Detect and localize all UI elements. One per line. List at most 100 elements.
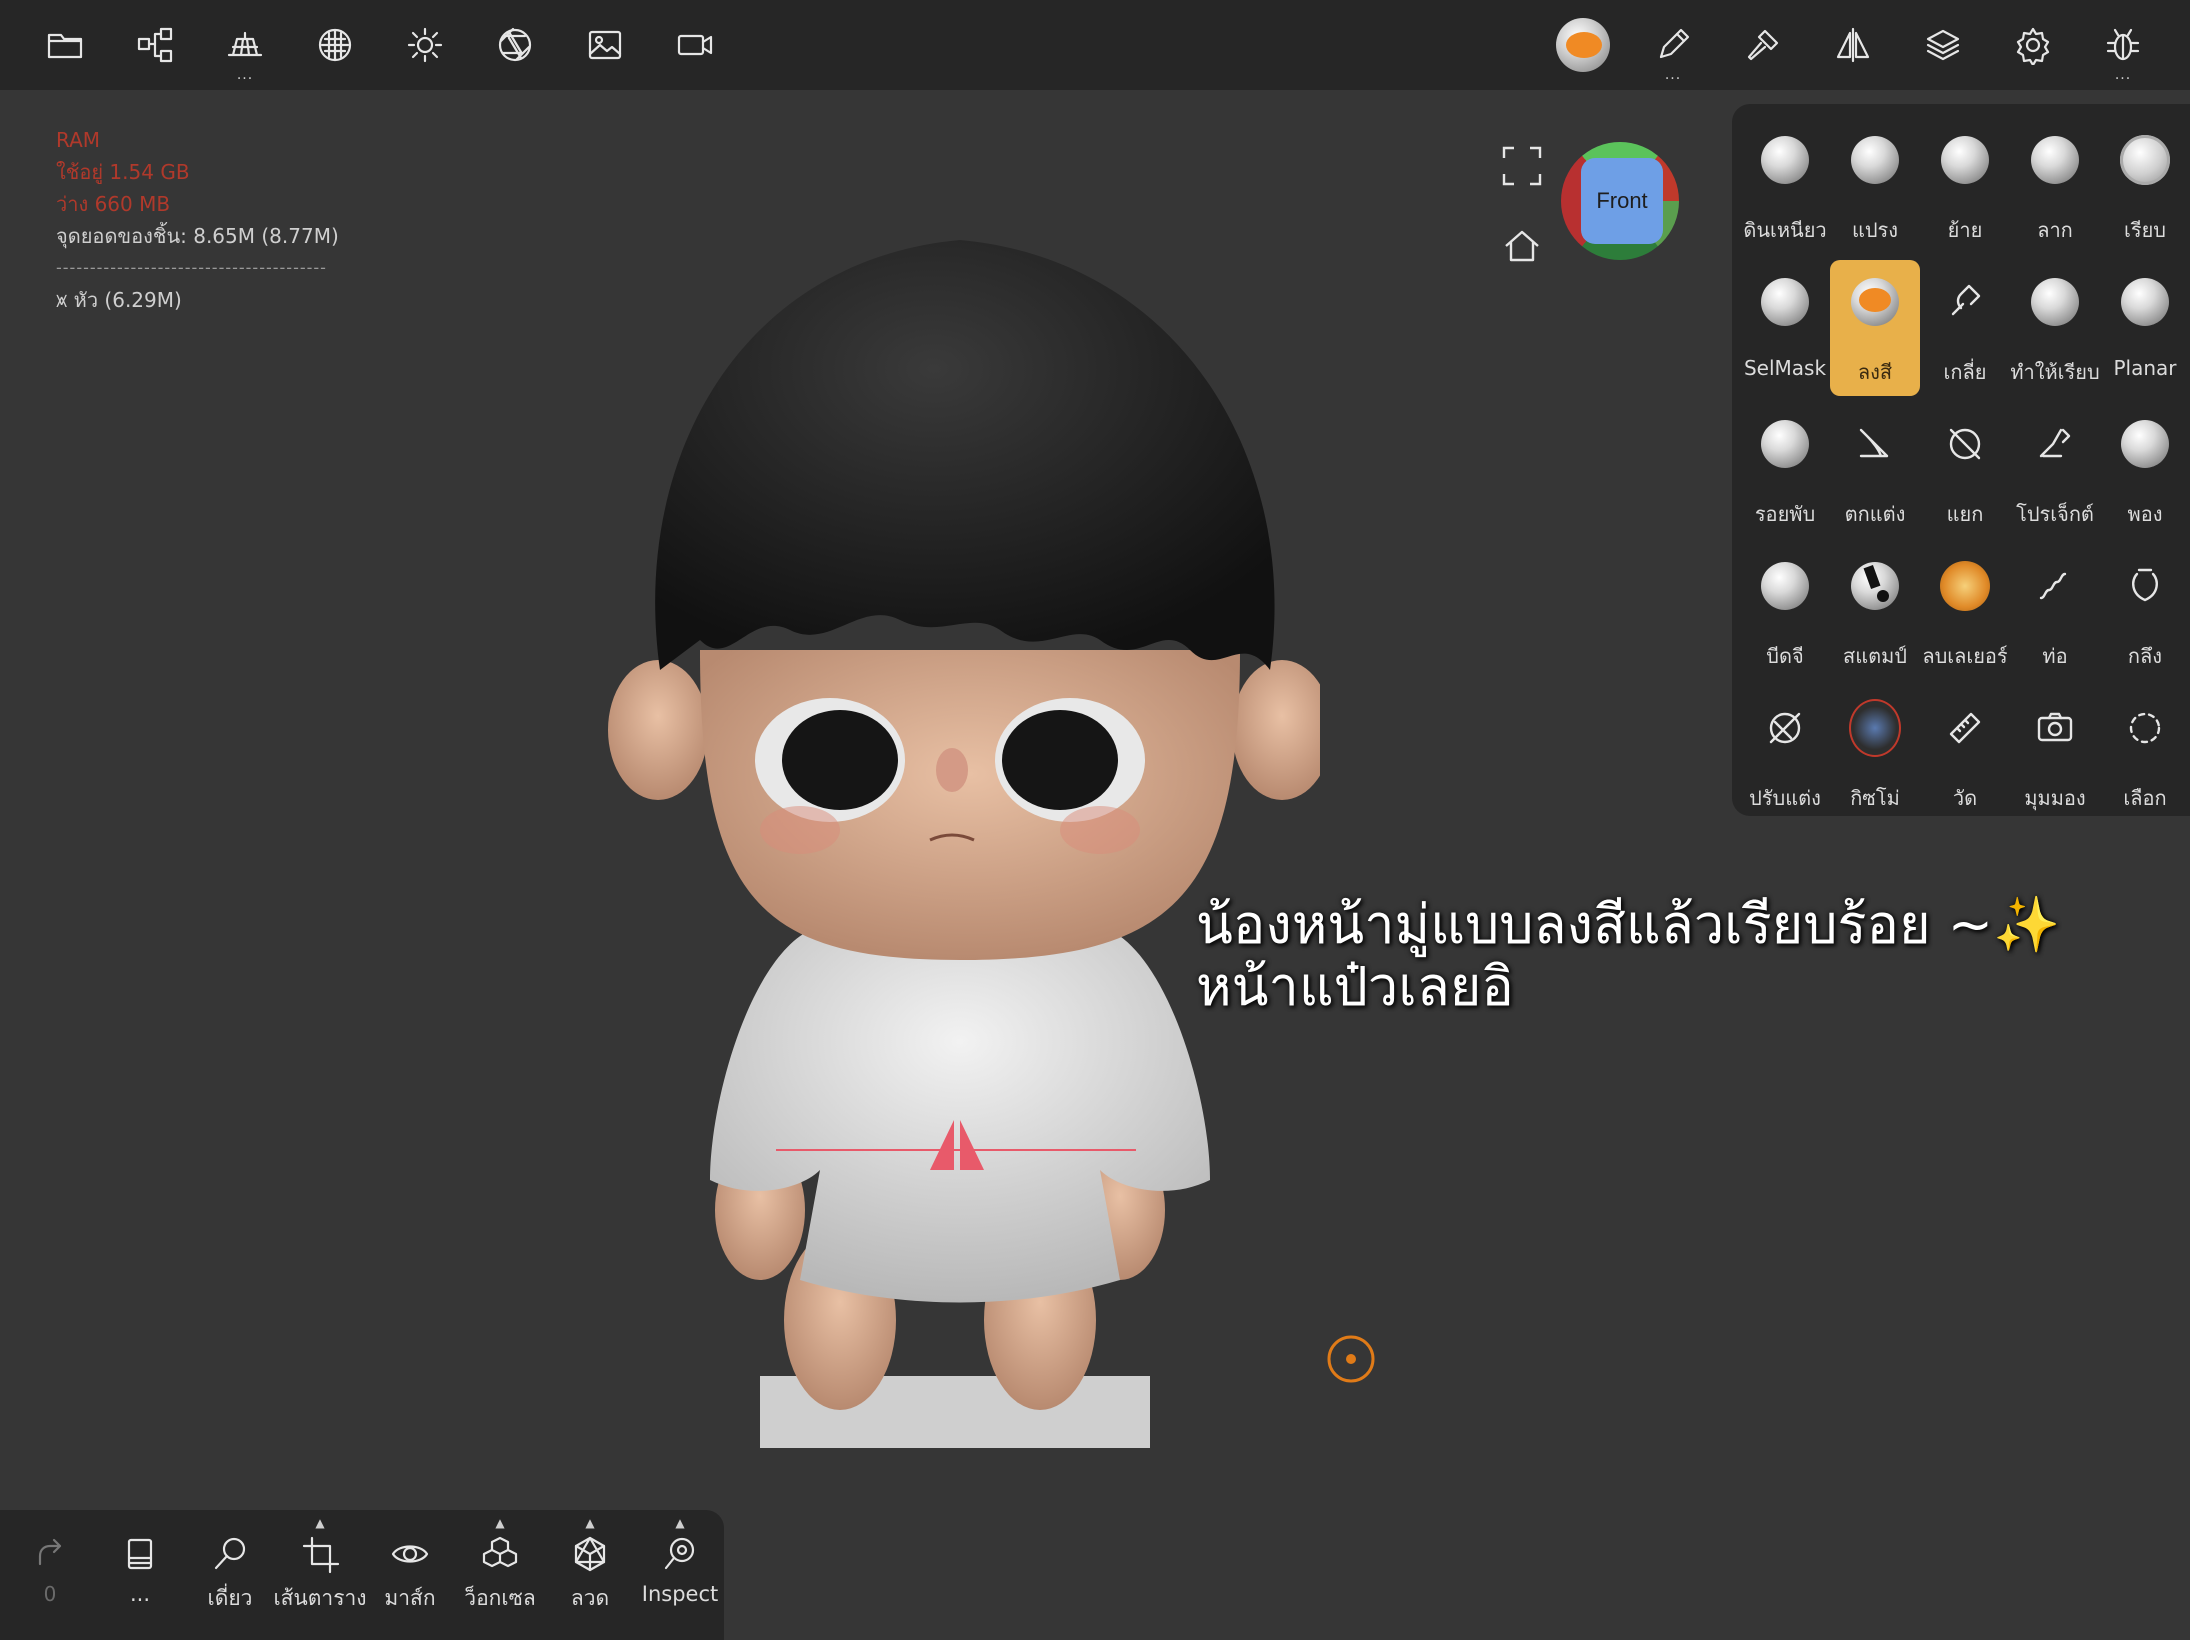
inspect-label: Inspect <box>641 1582 719 1606</box>
gizmo-icon <box>1849 699 1901 757</box>
tool-button[interactable]: สแตมป์ <box>1830 544 1920 680</box>
smooth-brush-icon <box>2119 134 2171 186</box>
flatten-brush-icon <box>2029 276 2081 328</box>
tool-button[interactable]: ลาก <box>2010 118 2100 254</box>
topology-icon: ⩙ <box>56 288 68 312</box>
transform-icon <box>1759 702 1811 754</box>
clay-brush-icon <box>1759 134 1811 186</box>
voxel-button[interactable]: ▲ ว็อกเซล <box>456 1516 544 1630</box>
split-icon <box>1939 418 1991 470</box>
smudge-icon <box>1939 276 1991 328</box>
view-cube-front[interactable]: Front <box>1581 158 1663 244</box>
ruler-icon <box>1939 702 1991 754</box>
brush-tool-icon <box>1849 134 1901 186</box>
tool-button[interactable]: โปรเจ็กต์ <box>2010 402 2100 538</box>
stamp-brush-icon <box>1849 560 1901 612</box>
redo-count: 0 <box>43 1582 57 1606</box>
tool-button[interactable]: กิซโม่ <box>1830 686 1920 822</box>
tool-button[interactable]: ดินเหนียว <box>1740 118 1830 254</box>
layers-icon[interactable] <box>1914 16 1972 74</box>
tool-button[interactable]: ลบเลเยอร์ <box>1920 544 2010 680</box>
symmetry-icon[interactable] <box>1824 16 1882 74</box>
history-button[interactable]: ... <box>96 1520 184 1630</box>
ram-used: ใช้อยู่ 1.54 GB <box>56 160 190 184</box>
redo-button[interactable]: 0 <box>6 1520 94 1630</box>
caret-icon: ▲ <box>585 1516 595 1530</box>
caret-icon: ▲ <box>675 1516 685 1530</box>
tool-button[interactable]: Planar <box>2100 260 2190 396</box>
view-cube[interactable]: Front <box>1561 142 1679 260</box>
caption-line-2: หน้าแป๋วเลยอิ <box>1196 955 1514 1018</box>
more-dots: ... <box>236 67 254 83</box>
pencil-icon[interactable]: ... <box>1644 16 1702 82</box>
tool-button[interactable]: ตกแต่ง <box>1830 402 1920 538</box>
mask-button[interactable]: มาส์ก <box>366 1520 454 1630</box>
tube-icon <box>2029 560 2081 612</box>
tool-button[interactable]: วัด <box>1920 686 2010 822</box>
mesh-info: ⩙ หัว (6.29M) <box>56 284 339 316</box>
tool-button[interactable]: ปรับแต่ง <box>1740 686 1830 822</box>
image-icon[interactable] <box>576 16 634 74</box>
tool-button[interactable]: แยก <box>1920 402 2010 538</box>
tool-button[interactable]: ย้าย <box>1920 118 2010 254</box>
project-icon <box>2029 418 2081 470</box>
drag-brush-icon <box>2029 134 2081 186</box>
sculpt-model[interactable] <box>600 200 1320 1460</box>
tool-button[interactable]: เกลี่ย <box>1920 260 2010 396</box>
light-icon[interactable] <box>396 16 454 74</box>
brush-sphere-icon[interactable] <box>1554 16 1612 74</box>
trim-icon <box>1849 418 1901 470</box>
more-dots: ... <box>2114 67 2132 83</box>
hammer-icon[interactable] <box>1734 16 1792 74</box>
ram-label: RAM <box>56 128 101 152</box>
scene-graph-icon[interactable] <box>126 16 184 74</box>
stats-overlay: RAM ใช้อยู่ 1.54 GB ว่าง 660 MB จุดยอดขอ… <box>56 124 339 316</box>
selmask-brush-icon <box>1759 276 1811 328</box>
tool-button[interactable]: พอง <box>2100 402 2190 538</box>
caret-icon: ▲ <box>315 1516 325 1530</box>
select-icon <box>2119 702 2171 754</box>
caption-line-1: น้องหน้ามู่แบบลงสีแล้วเรียบร้อย ~✨ <box>1196 893 2061 956</box>
tool-button[interactable]: บีดจี <box>1740 544 1830 680</box>
tool-button[interactable]: รอยพับ <box>1740 402 1830 538</box>
tool-button[interactable]: ทำให้เรียบ <box>2010 260 2100 396</box>
matcap-icon[interactable] <box>306 16 364 74</box>
tool-button[interactable]: เรียบ <box>2100 118 2190 254</box>
pinch-brush-icon <box>1759 560 1811 612</box>
tool-button[interactable]: เลือก <box>2100 686 2190 822</box>
topology-icon[interactable]: ... <box>216 16 274 82</box>
debug-icon[interactable]: ... <box>2094 16 2152 82</box>
grid-button[interactable]: ▲ เส้นตาราง <box>273 1516 366 1630</box>
tool-button[interactable]: กลึง <box>2100 544 2190 680</box>
crease-brush-icon <box>1759 418 1811 470</box>
tool-button[interactable]: มุมมอง <box>2010 686 2100 822</box>
caption-overlay: น้องหน้ามู่แบบลงสีแล้วเรียบร้อย ~✨ หน้าแ… <box>1196 894 2060 1018</box>
wireframe-button[interactable]: ▲ ลวด <box>546 1516 634 1630</box>
camera-icon <box>2029 702 2081 754</box>
video-icon[interactable] <box>666 16 724 74</box>
planar-brush-icon <box>2119 276 2171 328</box>
tool-button[interactable]: ลงสี <box>1830 260 1920 396</box>
vertex-count: จุดยอดของชิ้น: 8.65M (8.77M) <box>56 224 339 248</box>
bottom-toolbar: 0 ... เดี่ยว ▲ เส้นตาราง มาส์ก ▲ ว็อกเซล… <box>0 1510 724 1640</box>
tool-label: กลึง <box>2127 644 2163 668</box>
tool-button[interactable]: SelMask <box>1740 260 1830 396</box>
more-dots: ... <box>1664 67 1682 83</box>
home-icon[interactable] <box>1500 224 1544 268</box>
solo-button[interactable]: เดี่ยว <box>186 1520 274 1630</box>
tool-label: เลือก <box>2123 786 2167 810</box>
tool-label: เรียบ <box>2124 218 2166 242</box>
tool-label: Planar <box>2113 356 2177 380</box>
tool-button[interactable]: ท่อ <box>2010 544 2100 680</box>
paint-brush-icon <box>1849 276 1901 328</box>
tool-button[interactable]: แปรง <box>1830 118 1920 254</box>
fullscreen-icon[interactable] <box>1500 144 1544 188</box>
move-brush-icon <box>1939 134 1991 186</box>
mesh-name: หัว (6.29M) <box>73 288 182 312</box>
inspect-button[interactable]: ▲ Inspect <box>636 1516 724 1630</box>
target-icon[interactable] <box>1326 1334 1376 1384</box>
stats-separator: ---------------------------------------- <box>56 258 327 277</box>
aperture-icon[interactable] <box>486 16 544 74</box>
folder-icon[interactable] <box>36 16 94 74</box>
settings-icon[interactable] <box>2004 16 2062 74</box>
